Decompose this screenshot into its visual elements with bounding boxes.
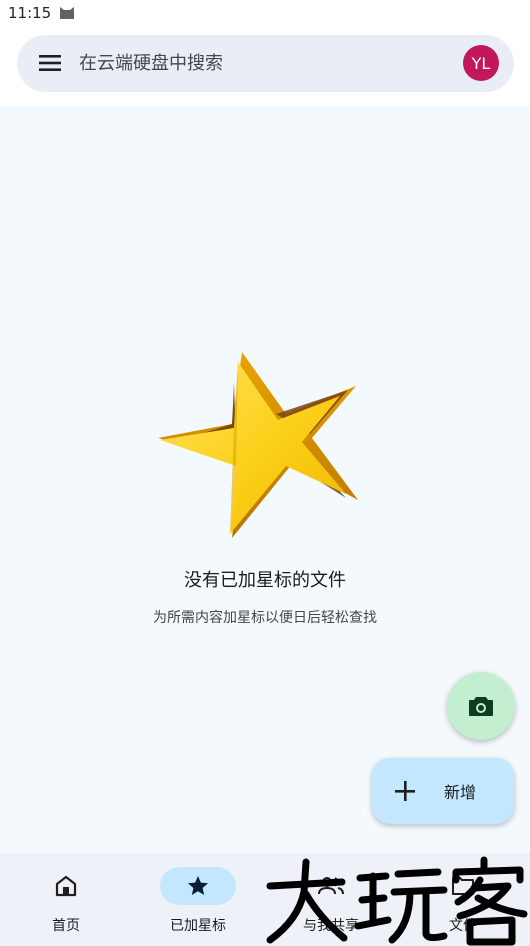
nav-pill [28, 867, 104, 905]
empty-state-subtitle: 为所需内容加星标以便日后轻松查找 [153, 610, 377, 626]
menu-icon[interactable] [39, 54, 61, 72]
new-button-label: 新增 [444, 783, 477, 802]
plus-icon [395, 781, 415, 801]
new-button[interactable]: 新增 [372, 758, 514, 824]
camera-icon [469, 697, 493, 716]
avatar[interactable]: YL [463, 45, 499, 81]
avatar-initials: YL [471, 53, 491, 73]
search-input[interactable] [79, 50, 409, 76]
cat-icon [60, 7, 75, 19]
nav-label-home: 首页 [52, 918, 80, 934]
search-bar[interactable]: YL [17, 35, 514, 92]
nav-item-starred[interactable]: 已加星标 [132, 853, 264, 946]
nav-label-starred: 已加星标 [170, 918, 226, 934]
star-icon [188, 876, 208, 895]
scan-camera-button[interactable] [447, 672, 515, 740]
empty-state-title: 没有已加星标的文件 [184, 570, 346, 591]
watermark-logo [266, 856, 528, 946]
top-app-bar: YL [0, 26, 530, 106]
status-time: 11:15 [8, 4, 52, 22]
nav-item-home[interactable]: 首页 [0, 853, 132, 946]
star-icon [158, 352, 358, 538]
nav-pill-active [160, 867, 236, 905]
status-bar: 11:15 [0, 0, 530, 26]
home-icon [55, 875, 77, 897]
